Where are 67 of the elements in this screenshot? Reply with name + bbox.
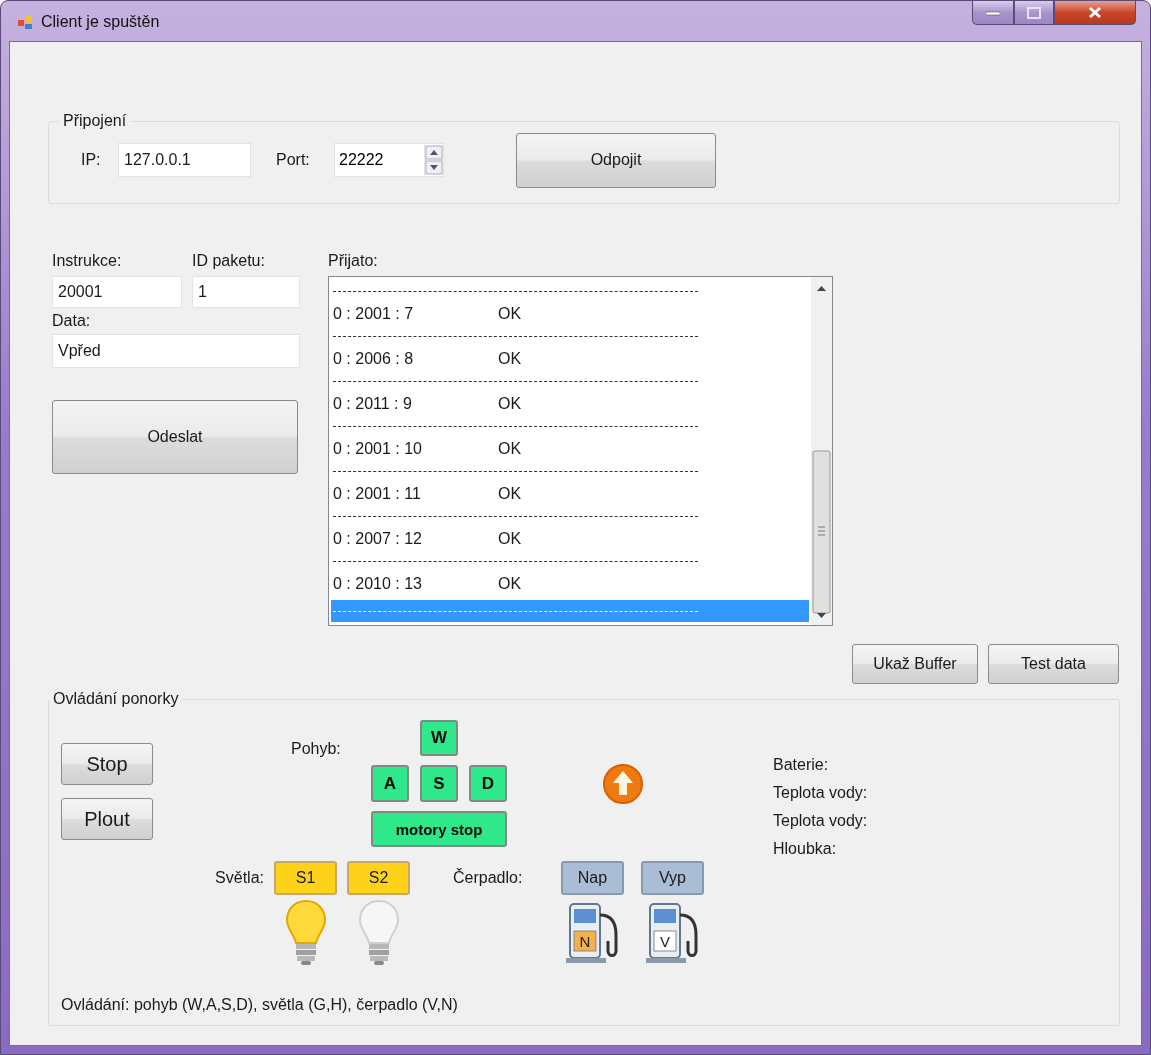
received-label: Přijato: bbox=[328, 252, 379, 270]
action-button[interactable]: Ukaž Buffer bbox=[852, 644, 978, 684]
disconnect-button[interactable]: Odpojit bbox=[516, 132, 716, 188]
list-item[interactable]: 0 : 2006 : 8 OK bbox=[331, 342, 809, 375]
light-button[interactable]: S2 bbox=[347, 861, 410, 895]
packet-status: OK bbox=[498, 529, 522, 548]
maximize-icon bbox=[1027, 6, 1041, 19]
ip-field[interactable]: 127.0.0.1 bbox=[118, 143, 251, 177]
packet-status: OK bbox=[498, 574, 522, 593]
packet-code: 0 : 2007 : 12 bbox=[333, 529, 423, 548]
packet-status: OK bbox=[498, 304, 522, 323]
movement-label: Pohyb: bbox=[291, 740, 342, 758]
packet-status: OK bbox=[498, 439, 522, 458]
action-button[interactable]: Plout bbox=[61, 798, 153, 840]
group-title: Ovládání ponorky bbox=[52, 690, 180, 708]
light-button[interactable]: S1 bbox=[274, 861, 337, 895]
close-button[interactable] bbox=[1054, 1, 1136, 25]
sensor-label: Teplota vody: bbox=[773, 812, 868, 830]
key-button[interactable]: W bbox=[420, 720, 458, 756]
packet-code: 0 : 2006 : 8 bbox=[333, 349, 415, 368]
controls-hint: Ovládání: pohyb (W,A,S,D), světla (G,H), čerpadlo (V,N) bbox=[61, 996, 459, 1014]
packet-code: 0 : 2001 : 10 bbox=[333, 439, 423, 458]
sensor-label: Hloubka: bbox=[773, 840, 838, 858]
key-button[interactable]: S bbox=[420, 765, 458, 802]
key-button[interactable]: motory stop bbox=[371, 811, 507, 847]
list-item[interactable]: 0 : 2011 : 9 OK bbox=[331, 387, 809, 420]
action-button[interactable]: Test data bbox=[988, 644, 1119, 684]
packet-status: OK bbox=[498, 394, 522, 413]
packet-status: OK bbox=[498, 484, 522, 503]
packet-code: 0 : 2010 : 13 bbox=[333, 574, 423, 593]
maximize-button[interactable] bbox=[1014, 1, 1054, 25]
key-button[interactable]: A bbox=[371, 765, 409, 802]
packet-code: 0 : 2011 : 9 bbox=[333, 394, 413, 413]
packet-code: 0 : 2001 : 7 bbox=[333, 304, 415, 323]
port-field[interactable]: 22222 bbox=[334, 143, 424, 177]
action-button[interactable]: Stop bbox=[61, 743, 153, 785]
spinner-arrows[interactable] bbox=[424, 143, 444, 177]
data-field[interactable]: Vpřed bbox=[52, 334, 300, 368]
pump-label: Čerpadlo: bbox=[453, 869, 524, 887]
packet-id-field[interactable]: 1 bbox=[192, 276, 300, 308]
window-title: Client je spuštěn bbox=[41, 13, 160, 31]
port-label: Port: bbox=[276, 151, 311, 169]
scrollbar[interactable] bbox=[811, 277, 832, 625]
packet-id-label: ID paketu: bbox=[192, 252, 266, 270]
send-button[interactable]: Odeslat bbox=[52, 400, 298, 474]
ip-label: IP: bbox=[81, 151, 102, 169]
lights-label: Světla: bbox=[214, 869, 265, 887]
instruction-field[interactable]: 20001 bbox=[52, 276, 182, 308]
list-item[interactable]: 0 : 2001 : 10 OK bbox=[331, 432, 809, 465]
list-item[interactable]: 0 : 2001 : 11 OK bbox=[331, 477, 809, 510]
pump-button[interactable]: Vyp bbox=[641, 861, 704, 895]
pump-button[interactable]: Nap bbox=[561, 861, 624, 895]
minimize-icon bbox=[986, 9, 1000, 16]
list-item[interactable]: 0 : 2010 : 13 OK bbox=[331, 567, 809, 600]
instruction-label: Instrukce: bbox=[52, 252, 123, 270]
sensor-label: Baterie: bbox=[773, 756, 830, 774]
group-title: Připojení bbox=[62, 112, 128, 130]
list-item[interactable]: 0 : 2007 : 12 OK bbox=[331, 522, 809, 555]
minimize-button[interactable] bbox=[972, 1, 1014, 25]
app-icon bbox=[17, 14, 33, 30]
packet-status: OK bbox=[498, 349, 522, 368]
sensor-label: Teplota vody: bbox=[773, 784, 868, 802]
list-item[interactable]: 0 : 2001 : 7 OK bbox=[331, 297, 809, 330]
close-icon bbox=[1088, 6, 1102, 19]
key-button[interactable]: D bbox=[469, 765, 507, 802]
data-label: Data: bbox=[52, 312, 91, 330]
packet-code: 0 : 2001 : 11 bbox=[333, 484, 422, 503]
